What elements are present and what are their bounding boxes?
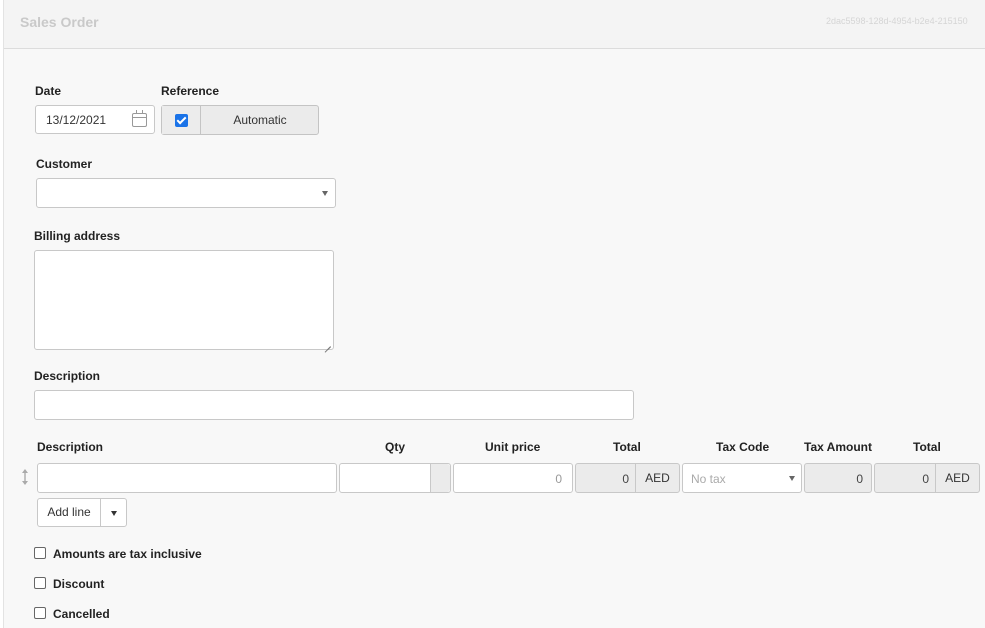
col-header-qty: Qty <box>385 440 406 454</box>
discount-label[interactable]: Discount <box>53 577 104 591</box>
col-header-total-2: Total <box>913 440 941 454</box>
reference-label: Reference <box>161 84 220 98</box>
add-line-button[interactable]: Add line <box>38 499 100 526</box>
line-total-2-value: 0 <box>922 472 929 486</box>
add-line-dropdown-button[interactable] <box>100 499 126 526</box>
col-header-total: Total <box>613 440 641 454</box>
calendar-icon[interactable] <box>132 110 147 127</box>
line-total-2-currency: AED <box>935 464 979 492</box>
cancelled-label[interactable]: Cancelled <box>53 607 110 621</box>
col-header-tax-code: Tax Code <box>716 440 770 454</box>
line-qty-field[interactable] <box>339 463 451 493</box>
line-description-field[interactable] <box>37 463 337 493</box>
date-label: Date <box>35 84 62 98</box>
line-total-field: 0 AED <box>575 463 680 493</box>
date-field[interactable]: 13/12/2021 <box>35 105 155 134</box>
chevron-down-icon <box>322 191 328 196</box>
unit-price-placeholder: 0 <box>555 472 562 486</box>
col-header-unit-price: Unit price <box>485 440 541 454</box>
billing-address-textarea[interactable] <box>34 250 334 350</box>
billing-address-label: Billing address <box>34 229 121 243</box>
reference-automatic-cell <box>162 106 201 134</box>
line-tax-amount-field: 0 <box>804 463 872 493</box>
discount-checkbox[interactable] <box>34 577 46 589</box>
line-total-currency: AED <box>635 464 679 492</box>
customer-select[interactable] <box>36 178 336 208</box>
col-header-tax-amount: Tax Amount <box>804 440 872 454</box>
tax-inclusive-label[interactable]: Amounts are tax inclusive <box>53 547 202 561</box>
line-total-value: 0 <box>622 472 629 486</box>
page-title: Sales Order <box>20 14 99 30</box>
cancelled-checkbox[interactable] <box>34 607 46 619</box>
col-header-description: Description <box>37 440 104 454</box>
drag-handle-icon[interactable] <box>21 468 29 486</box>
reference-group: Automatic <box>161 105 319 135</box>
tax-inclusive-checkbox[interactable] <box>34 547 46 559</box>
reference-automatic-label[interactable]: Automatic <box>202 106 318 134</box>
description-field[interactable] <box>34 390 634 420</box>
customer-label: Customer <box>36 157 93 171</box>
caret-down-icon <box>111 511 117 516</box>
line-total-2-field: 0 AED <box>874 463 980 493</box>
sales-order-page: Sales Order 2dac5598-128d-4954-b2e4-2151… <box>3 0 985 628</box>
date-value: 13/12/2021 <box>46 113 107 127</box>
description-label: Description <box>34 369 101 383</box>
tax-code-placeholder: No tax <box>691 472 726 486</box>
reference-automatic-checkbox[interactable] <box>175 114 188 127</box>
record-guid: 2dac5598-128d-4954-b2e4-215150 <box>826 16 968 26</box>
chevron-down-icon <box>789 476 795 481</box>
line-tax-amount-value: 0 <box>856 472 863 486</box>
line-unit-price-field[interactable]: 0 <box>453 463 573 493</box>
add-line-button-group: Add line <box>37 498 127 527</box>
line-tax-code-select[interactable]: No tax <box>682 463 802 493</box>
qty-unit-addon <box>430 464 450 492</box>
page-header: Sales Order 2dac5598-128d-4954-b2e4-2151… <box>4 0 985 49</box>
resize-handle-icon[interactable] <box>323 339 331 347</box>
